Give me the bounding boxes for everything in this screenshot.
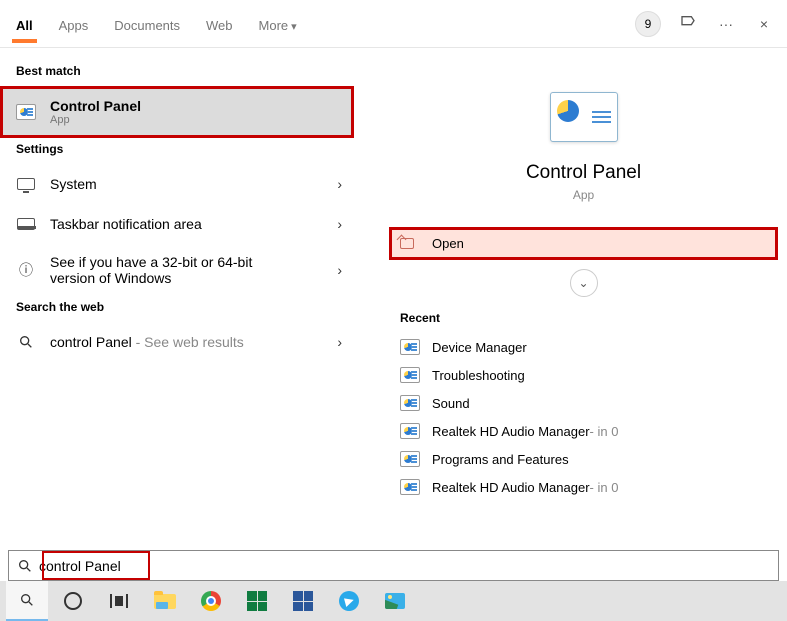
recent-item[interactable]: Realtek HD Audio Manager - in 0 bbox=[390, 417, 777, 445]
tab-web[interactable]: Web bbox=[202, 4, 237, 43]
preview-app-icon bbox=[550, 92, 618, 142]
recent-item[interactable]: Sound bbox=[390, 389, 777, 417]
control-panel-icon bbox=[16, 102, 36, 122]
taskbar-telegram[interactable] bbox=[328, 581, 370, 621]
monitor-icon bbox=[16, 174, 36, 194]
recent-item[interactable]: Programs and Features bbox=[390, 445, 777, 473]
preview-title: Control Panel bbox=[390, 162, 777, 184]
settings-item-bitness[interactable]: ⓘ See if you have a 32-bit or 64-bit ver… bbox=[0, 244, 354, 296]
control-panel-icon bbox=[400, 451, 420, 467]
control-panel-icon bbox=[400, 367, 420, 383]
taskbar bbox=[0, 581, 787, 621]
tab-documents[interactable]: Documents bbox=[110, 4, 184, 43]
tab-more[interactable]: More▾ bbox=[255, 4, 301, 43]
taskbar-icon bbox=[16, 214, 36, 234]
close-icon[interactable]: × bbox=[753, 16, 775, 32]
telegram-icon bbox=[339, 591, 359, 611]
feedback-icon[interactable] bbox=[677, 14, 699, 33]
photos-icon bbox=[385, 593, 405, 609]
taskview-icon bbox=[110, 594, 128, 608]
result-title: Control Panel bbox=[50, 98, 141, 114]
chevron-right-icon: › bbox=[337, 334, 342, 350]
recent-list: Device Manager Troubleshooting Sound Rea… bbox=[390, 333, 777, 501]
file-explorer-icon bbox=[154, 594, 176, 609]
result-subtitle: App bbox=[50, 114, 141, 126]
result-control-panel[interactable]: Control Panel App bbox=[0, 86, 354, 138]
control-panel-icon bbox=[400, 479, 420, 495]
tab-all[interactable]: All bbox=[12, 4, 37, 43]
chevron-right-icon: › bbox=[337, 216, 342, 232]
taskbar-excel[interactable] bbox=[236, 581, 278, 621]
taskbar-taskview[interactable] bbox=[98, 581, 140, 621]
open-icon bbox=[400, 238, 418, 249]
control-panel-icon bbox=[400, 339, 420, 355]
taskbar-explorer[interactable] bbox=[144, 581, 186, 621]
recent-item[interactable]: Realtek HD Audio Manager - in 0 bbox=[390, 473, 777, 501]
chevron-right-icon: › bbox=[337, 262, 342, 278]
results-pane: Best match Control Panel App Settings Sy… bbox=[0, 48, 354, 545]
settings-item-taskbar[interactable]: Taskbar notification area › bbox=[0, 204, 354, 244]
chevron-right-icon: › bbox=[337, 176, 342, 192]
settings-item-system[interactable]: System › bbox=[0, 164, 354, 204]
chrome-icon bbox=[201, 591, 221, 611]
section-settings: Settings bbox=[0, 138, 354, 164]
more-icon[interactable]: ··· bbox=[715, 16, 737, 32]
section-search-web: Search the web bbox=[0, 296, 354, 322]
recent-item[interactable]: Troubleshooting bbox=[390, 361, 777, 389]
chevron-down-icon: ▾ bbox=[291, 21, 297, 33]
top-tabs-bar: All Apps Documents Web More▾ 9 ··· × bbox=[0, 0, 787, 48]
taskbar-word[interactable] bbox=[282, 581, 324, 621]
top-right-controls: 9 ··· × bbox=[635, 11, 775, 37]
rewards-badge[interactable]: 9 bbox=[635, 11, 661, 37]
control-panel-icon bbox=[400, 423, 420, 439]
preview-subtitle: App bbox=[390, 188, 777, 202]
taskbar-chrome[interactable] bbox=[190, 581, 232, 621]
tabs: All Apps Documents Web More▾ bbox=[12, 0, 301, 47]
recent-item[interactable]: Device Manager bbox=[390, 333, 777, 361]
info-icon: ⓘ bbox=[16, 260, 36, 280]
cortana-icon bbox=[64, 592, 82, 610]
taskbar-photos[interactable] bbox=[374, 581, 416, 621]
search-icon bbox=[17, 558, 33, 574]
expand-actions[interactable]: ⌄ bbox=[570, 269, 598, 297]
section-best-match: Best match bbox=[0, 60, 354, 86]
taskbar-cortana[interactable] bbox=[52, 581, 94, 621]
action-open[interactable]: Open bbox=[390, 228, 777, 259]
web-result[interactable]: control Panel - See web results › bbox=[0, 322, 354, 362]
taskbar-search[interactable] bbox=[6, 581, 48, 621]
preview-pane: Control Panel App Open ⌄ Recent Device M… bbox=[354, 48, 787, 545]
main-split: Best match Control Panel App Settings Sy… bbox=[0, 48, 787, 545]
search-input-row[interactable]: control Panel bbox=[8, 550, 779, 581]
search-icon bbox=[16, 332, 36, 352]
word-icon bbox=[293, 591, 313, 611]
search-input[interactable]: control Panel bbox=[39, 558, 121, 574]
excel-icon bbox=[247, 591, 267, 611]
control-panel-icon bbox=[400, 395, 420, 411]
tab-apps[interactable]: Apps bbox=[55, 4, 93, 43]
section-recent: Recent bbox=[390, 307, 777, 333]
